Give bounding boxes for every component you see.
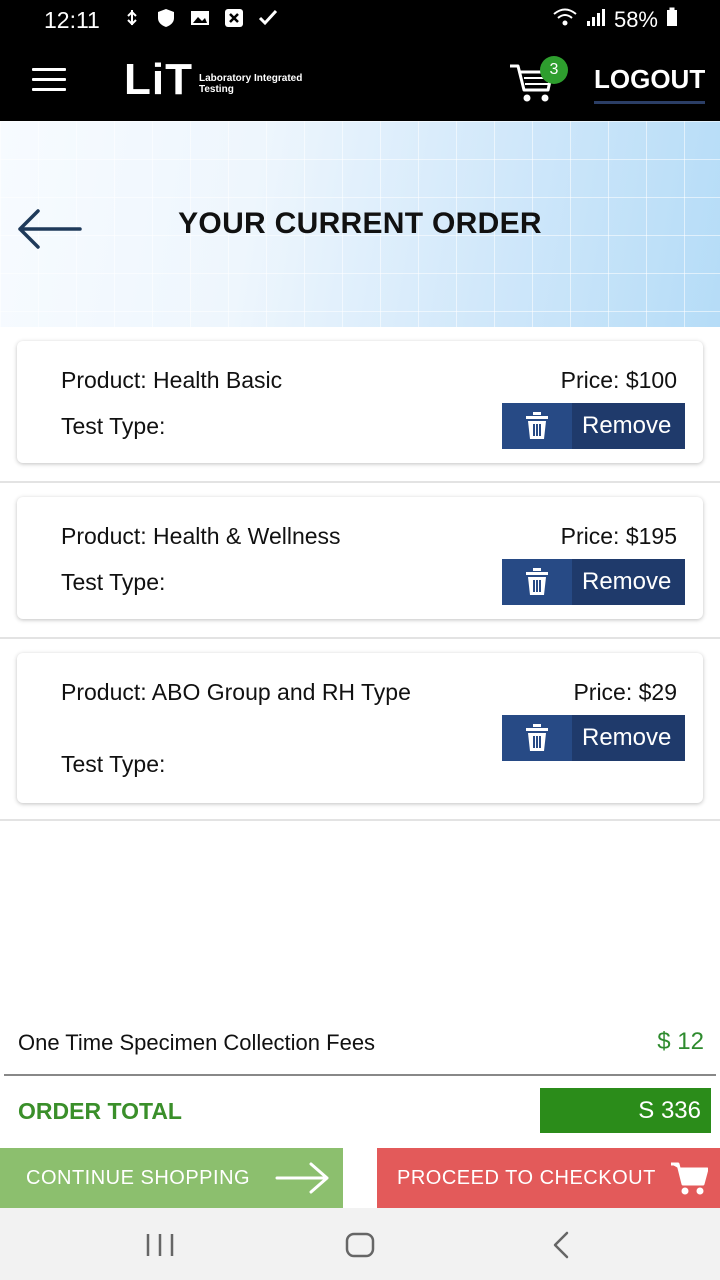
test-type: Test Type: [61,413,166,439]
notification-icons [122,8,278,28]
fees-row: One Time Specimen Collection Fees $ 12 [4,1012,716,1076]
product-price: Price: $195 [560,523,677,549]
remove-button[interactable]: Remove [502,715,685,761]
remove-label: Remove [582,412,672,439]
status-time: 12:11 [44,7,100,33]
image-icon [190,8,210,28]
order-total-row: ORDER TOTAL S 336 [0,1086,720,1136]
logo-subtitle: Laboratory Integrated Testing [199,73,302,95]
product-price: Price: $29 [573,679,677,705]
check-icon [258,8,278,28]
order-card: Product: Health & Wellness Price: $195 T… [17,497,703,619]
cart-icon [671,1162,708,1195]
product-price: Price: $100 [560,367,677,393]
system-nav-bar [0,1208,720,1280]
trash-icon [502,559,572,605]
checkout-label: PROCEED TO CHECKOUT [397,1166,656,1189]
continue-shopping-label: CONTINUE SHOPPING [26,1166,251,1189]
status-bar: 12:11 58% [0,0,720,40]
signal-icon [586,7,606,33]
wifi-icon [552,7,578,33]
trash-icon [502,403,572,449]
product-name: Product: Health & Wellness [61,523,341,549]
order-list: Product: Health Basic Price: $100 Test T… [0,327,720,821]
usb-icon [122,8,142,28]
cart-count-badge: 3 [540,56,568,84]
order-total-label: ORDER TOTAL [18,1098,182,1124]
test-type: Test Type: [61,569,166,595]
arrow-right-icon [275,1162,329,1194]
logout-button[interactable]: LOGOUT [594,64,706,104]
proceed-to-checkout-button[interactable]: PROCEED TO CHECKOUT [377,1148,720,1208]
remove-button[interactable]: Remove [502,403,685,449]
remove-label: Remove [582,724,672,751]
logo-mark: LiT [124,55,193,104]
battery-icon [666,7,678,33]
page-banner: YOUR CURRENT ORDER [0,121,720,327]
continue-shopping-button[interactable]: CONTINUE SHOPPING [0,1148,343,1208]
recent-apps-icon[interactable] [142,1230,178,1260]
order-card: Product: ABO Group and RH Type Price: $2… [17,653,703,803]
product-name: Product: Health Basic [61,367,283,393]
order-total-value: S 336 [540,1088,711,1133]
close-box-icon [224,8,244,28]
remove-button[interactable]: Remove [502,559,685,605]
shield-icon [156,8,176,28]
order-card: Product: Health Basic Price: $100 Test T… [17,341,703,463]
order-item: Product: ABO Group and RH Type Price: $2… [0,639,720,821]
hamburger-icon[interactable] [32,68,66,92]
fees-label: One Time Specimen Collection Fees [18,1030,376,1055]
logo-subtitle-line1: Laboratory Integrated [198,73,303,84]
trash-icon [502,715,572,761]
battery-percent: 58% [613,7,658,32]
back-icon[interactable] [545,1230,581,1260]
logo-subtitle-line2: Testing [198,84,234,95]
test-type: Test Type: [61,751,166,777]
remove-label: Remove [582,568,672,595]
home-icon[interactable] [342,1230,378,1260]
app-header: LiT Laboratory Integrated Testing 3 LOGO… [0,40,720,121]
logo: LiT Laboratory Integrated Testing [124,54,302,106]
order-item: Product: Health & Wellness Price: $195 T… [0,483,720,639]
page-title: YOUR CURRENT ORDER [178,207,542,240]
product-name: Product: ABO Group and RH Type [61,679,411,705]
status-right: 58% [552,7,678,33]
fees-value: $ 12 [657,1028,704,1055]
order-item: Product: Health Basic Price: $100 Test T… [0,327,720,483]
